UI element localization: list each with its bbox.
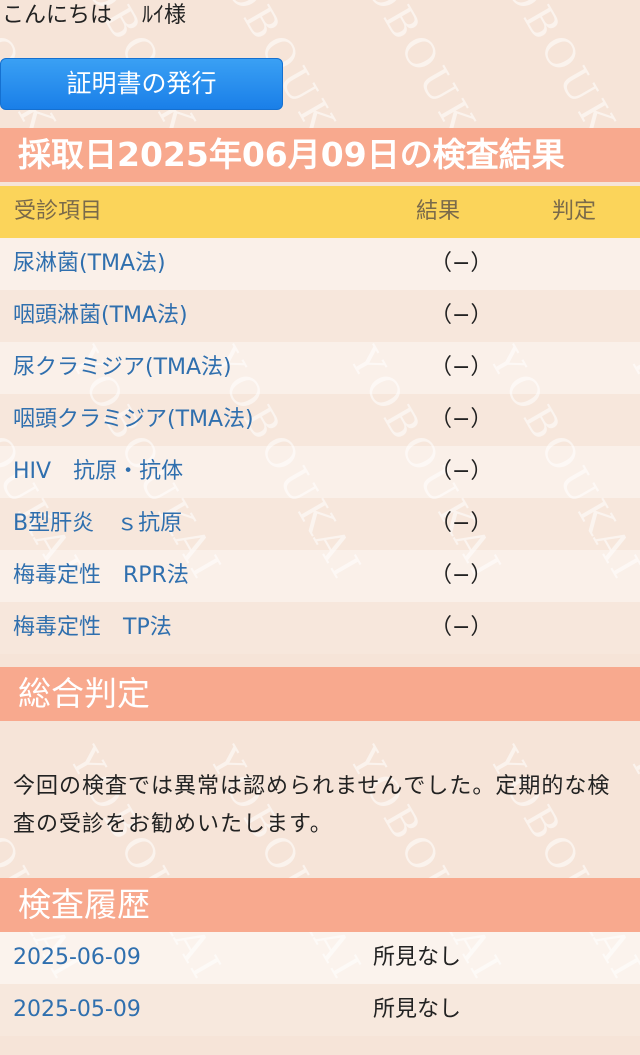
- column-header-judgement: 判定: [552, 199, 597, 224]
- column-header-result: 結果: [416, 199, 461, 224]
- history-finding: 所見なし: [373, 997, 462, 1022]
- table-row: HIV 抗原・抗体 （−）: [0, 446, 640, 498]
- table-row: 梅毒定性 RPR法 （−）: [0, 550, 640, 602]
- history-finding: 所見なし: [373, 945, 462, 970]
- test-item-link[interactable]: 尿淋菌(TMA法): [13, 238, 166, 290]
- test-result: （−）: [430, 251, 493, 276]
- result-table-header: 受診項目 結果 判定: [0, 186, 640, 238]
- table-row: 咽頭淋菌(TMA法) （−）: [0, 290, 640, 342]
- greeting: こんにちは ﾙｲ様: [2, 2, 186, 30]
- test-result: （−）: [430, 407, 493, 432]
- history-row: 2025-05-09 所見なし: [0, 984, 640, 1036]
- table-row: B型肝炎 ｓ抗原 （−）: [0, 498, 640, 550]
- test-result: （−）: [430, 459, 493, 484]
- test-item-link[interactable]: 梅毒定性 TP法: [13, 602, 172, 654]
- greeting-hello: こんにちは: [2, 3, 113, 28]
- user-name: ﾙｲ様: [142, 3, 187, 28]
- result-table-body: 尿淋菌(TMA法) （−） 咽頭淋菌(TMA法) （−） 尿クラミジア(TMA法…: [0, 238, 640, 654]
- result-section-title: 採取日2025年06月09日の検査結果: [0, 128, 640, 182]
- history-row: 2025-06-09 所見なし: [0, 932, 640, 984]
- test-result: （−）: [430, 355, 493, 380]
- history-section-title: 検査履歴: [0, 878, 640, 932]
- test-item-link[interactable]: 梅毒定性 RPR法: [13, 550, 189, 602]
- table-row: 咽頭クラミジア(TMA法) （−）: [0, 394, 640, 446]
- table-row: 梅毒定性 TP法 （−）: [0, 602, 640, 654]
- overall-judgement-text: 今回の検査では異常は認められませんでした。定期的な検査の受診をお勧めいたします。: [13, 774, 611, 837]
- test-result: （−）: [430, 303, 493, 328]
- test-result: （−）: [430, 511, 493, 536]
- table-row: 尿クラミジア(TMA法) （−）: [0, 342, 640, 394]
- history-list: 2025-06-09 所見なし 2025-05-09 所見なし: [0, 932, 640, 1036]
- test-result: （−）: [430, 615, 493, 640]
- test-result: （−）: [430, 563, 493, 588]
- test-item-link[interactable]: 咽頭クラミジア(TMA法): [13, 394, 254, 446]
- test-item-link[interactable]: 咽頭淋菌(TMA法): [13, 290, 188, 342]
- issue-certificate-button[interactable]: 証明書の発行: [0, 58, 283, 110]
- table-row: 尿淋菌(TMA法) （−）: [0, 238, 640, 290]
- test-item-link[interactable]: 尿クラミジア(TMA法): [13, 342, 232, 394]
- overall-section-title: 総合判定: [0, 667, 640, 721]
- history-date-link[interactable]: 2025-05-09: [13, 984, 141, 1036]
- column-header-item: 受診項目: [14, 199, 103, 224]
- test-item-link[interactable]: HIV 抗原・抗体: [13, 446, 183, 498]
- test-item-link[interactable]: B型肝炎 ｓ抗原: [13, 498, 182, 550]
- history-date-link[interactable]: 2025-06-09: [13, 932, 141, 984]
